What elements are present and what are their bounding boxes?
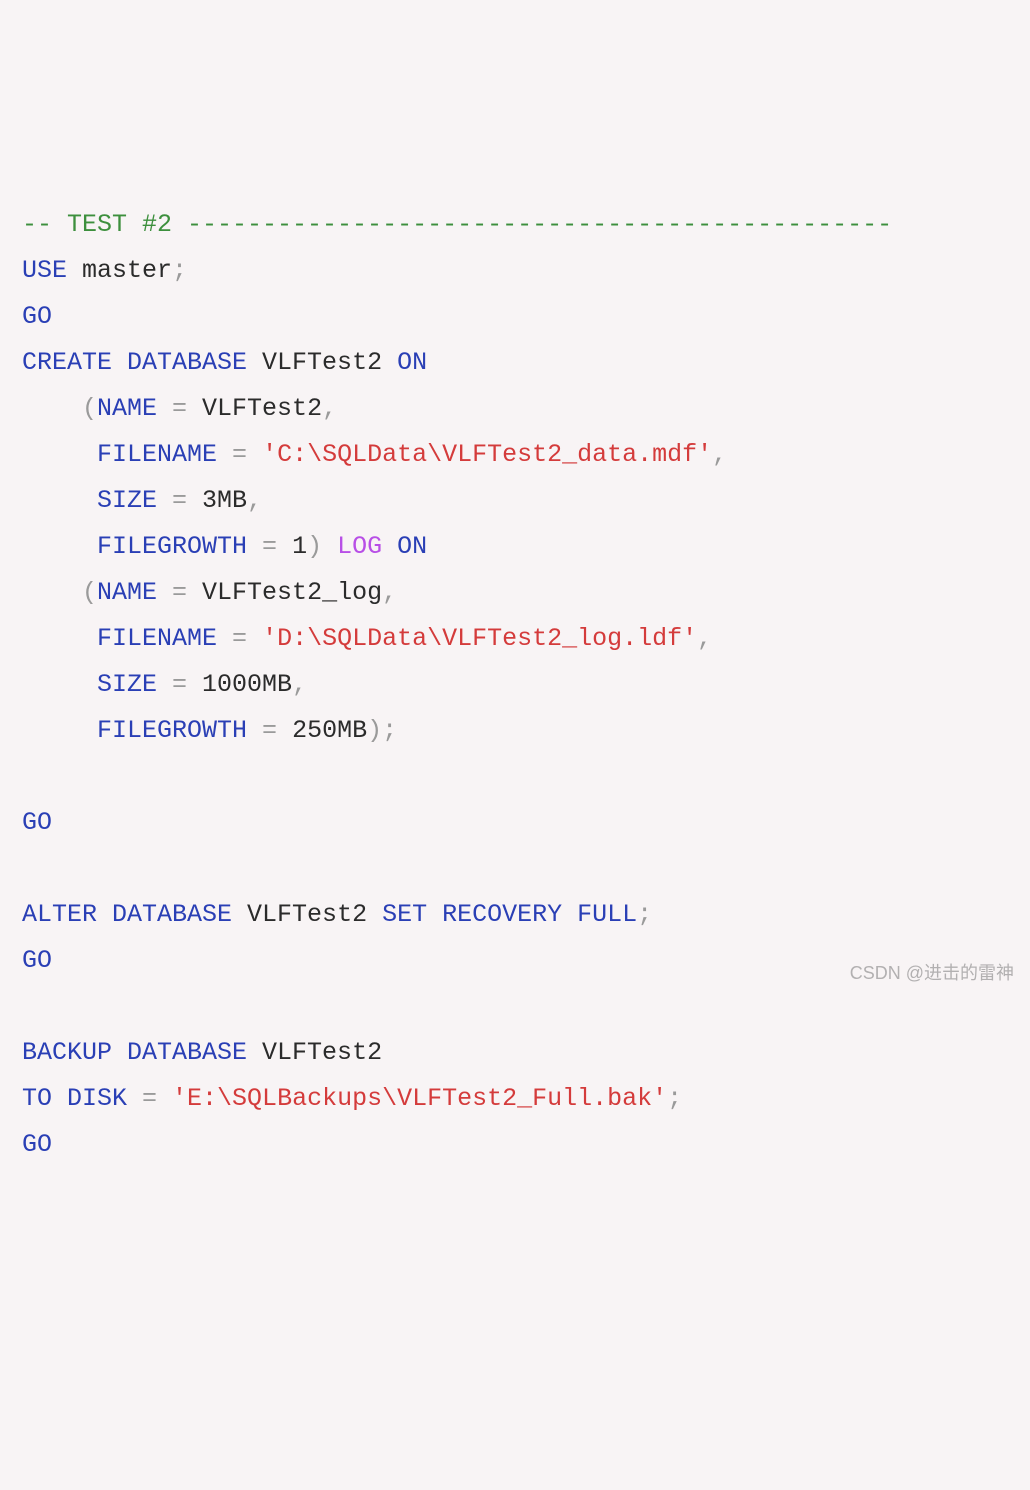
paren-open: (: [22, 394, 97, 423]
indent: [22, 486, 97, 515]
comma: ,: [322, 394, 337, 423]
equals: =: [157, 486, 202, 515]
kw-create-database: CREATE DATABASE: [22, 348, 247, 377]
paren-open: (: [22, 578, 97, 607]
db-name: VLFTest2: [247, 348, 397, 377]
indent: [22, 716, 97, 745]
indent: [22, 440, 97, 469]
kw-set-recovery-full: SET RECOVERY FULL: [382, 900, 637, 929]
string-literal: 'E:\SQLBackups\VLFTest2_Full.bak': [172, 1084, 667, 1113]
kw-filegrowth: FILEGROWTH: [97, 532, 247, 561]
equals: =: [217, 624, 262, 653]
kw-on: ON: [397, 532, 427, 561]
kw-backup-database: BACKUP DATABASE: [22, 1038, 247, 1067]
comma: ,: [697, 624, 712, 653]
name-value: VLFTest2_log: [202, 578, 382, 607]
equals: =: [127, 1084, 172, 1113]
kw-alter-database: ALTER DATABASE: [22, 900, 232, 929]
equals: =: [157, 578, 202, 607]
kw-use: USE: [22, 256, 67, 285]
semicolon: ;: [172, 256, 187, 285]
comment-line: -- TEST #2 -----------------------------…: [22, 210, 892, 239]
semicolon: ;: [637, 900, 652, 929]
kw-on: ON: [397, 348, 427, 377]
code-block: -- TEST #2 -----------------------------…: [22, 202, 1008, 1168]
semicolon: ;: [382, 716, 397, 745]
equals: =: [217, 440, 262, 469]
kw-filegrowth: FILEGROWTH: [97, 716, 247, 745]
db-name: VLFTest2: [247, 1038, 382, 1067]
kw-name: NAME: [97, 394, 157, 423]
kw-to-disk: TO DISK: [22, 1084, 127, 1113]
equals: =: [247, 532, 292, 561]
watermark: CSDN @进击的雷神: [850, 950, 1014, 996]
comma: ,: [292, 670, 307, 699]
kw-log: LOG: [337, 532, 382, 561]
size-value: 3MB: [202, 486, 247, 515]
equals: =: [247, 716, 292, 745]
kw-go: GO: [22, 946, 52, 975]
db-name: VLFTest2: [232, 900, 382, 929]
comma: ,: [247, 486, 262, 515]
kw-go: GO: [22, 808, 52, 837]
comma: ,: [382, 578, 397, 607]
kw-size: SIZE: [97, 670, 157, 699]
db-master: master: [67, 256, 172, 285]
filegrowth-value: 1: [292, 532, 307, 561]
kw-filename: FILENAME: [97, 624, 217, 653]
indent: [22, 532, 97, 561]
kw-name: NAME: [97, 578, 157, 607]
name-value: VLFTest2: [202, 394, 322, 423]
kw-filename: FILENAME: [97, 440, 217, 469]
equals: =: [157, 394, 202, 423]
filegrowth-value: 250MB: [292, 716, 367, 745]
semicolon: ;: [667, 1084, 682, 1113]
string-literal: 'C:\SQLData\VLFTest2_data.mdf': [262, 440, 712, 469]
indent: [22, 670, 97, 699]
string-literal: 'D:\SQLData\VLFTest2_log.ldf': [262, 624, 697, 653]
indent: [22, 624, 97, 653]
kw-go: GO: [22, 1130, 52, 1159]
kw-size: SIZE: [97, 486, 157, 515]
equals: =: [157, 670, 202, 699]
kw-go: GO: [22, 302, 52, 331]
comma: ,: [712, 440, 727, 469]
paren-close: ): [367, 716, 382, 745]
paren-close: ): [307, 532, 337, 561]
size-value: 1000MB: [202, 670, 292, 699]
